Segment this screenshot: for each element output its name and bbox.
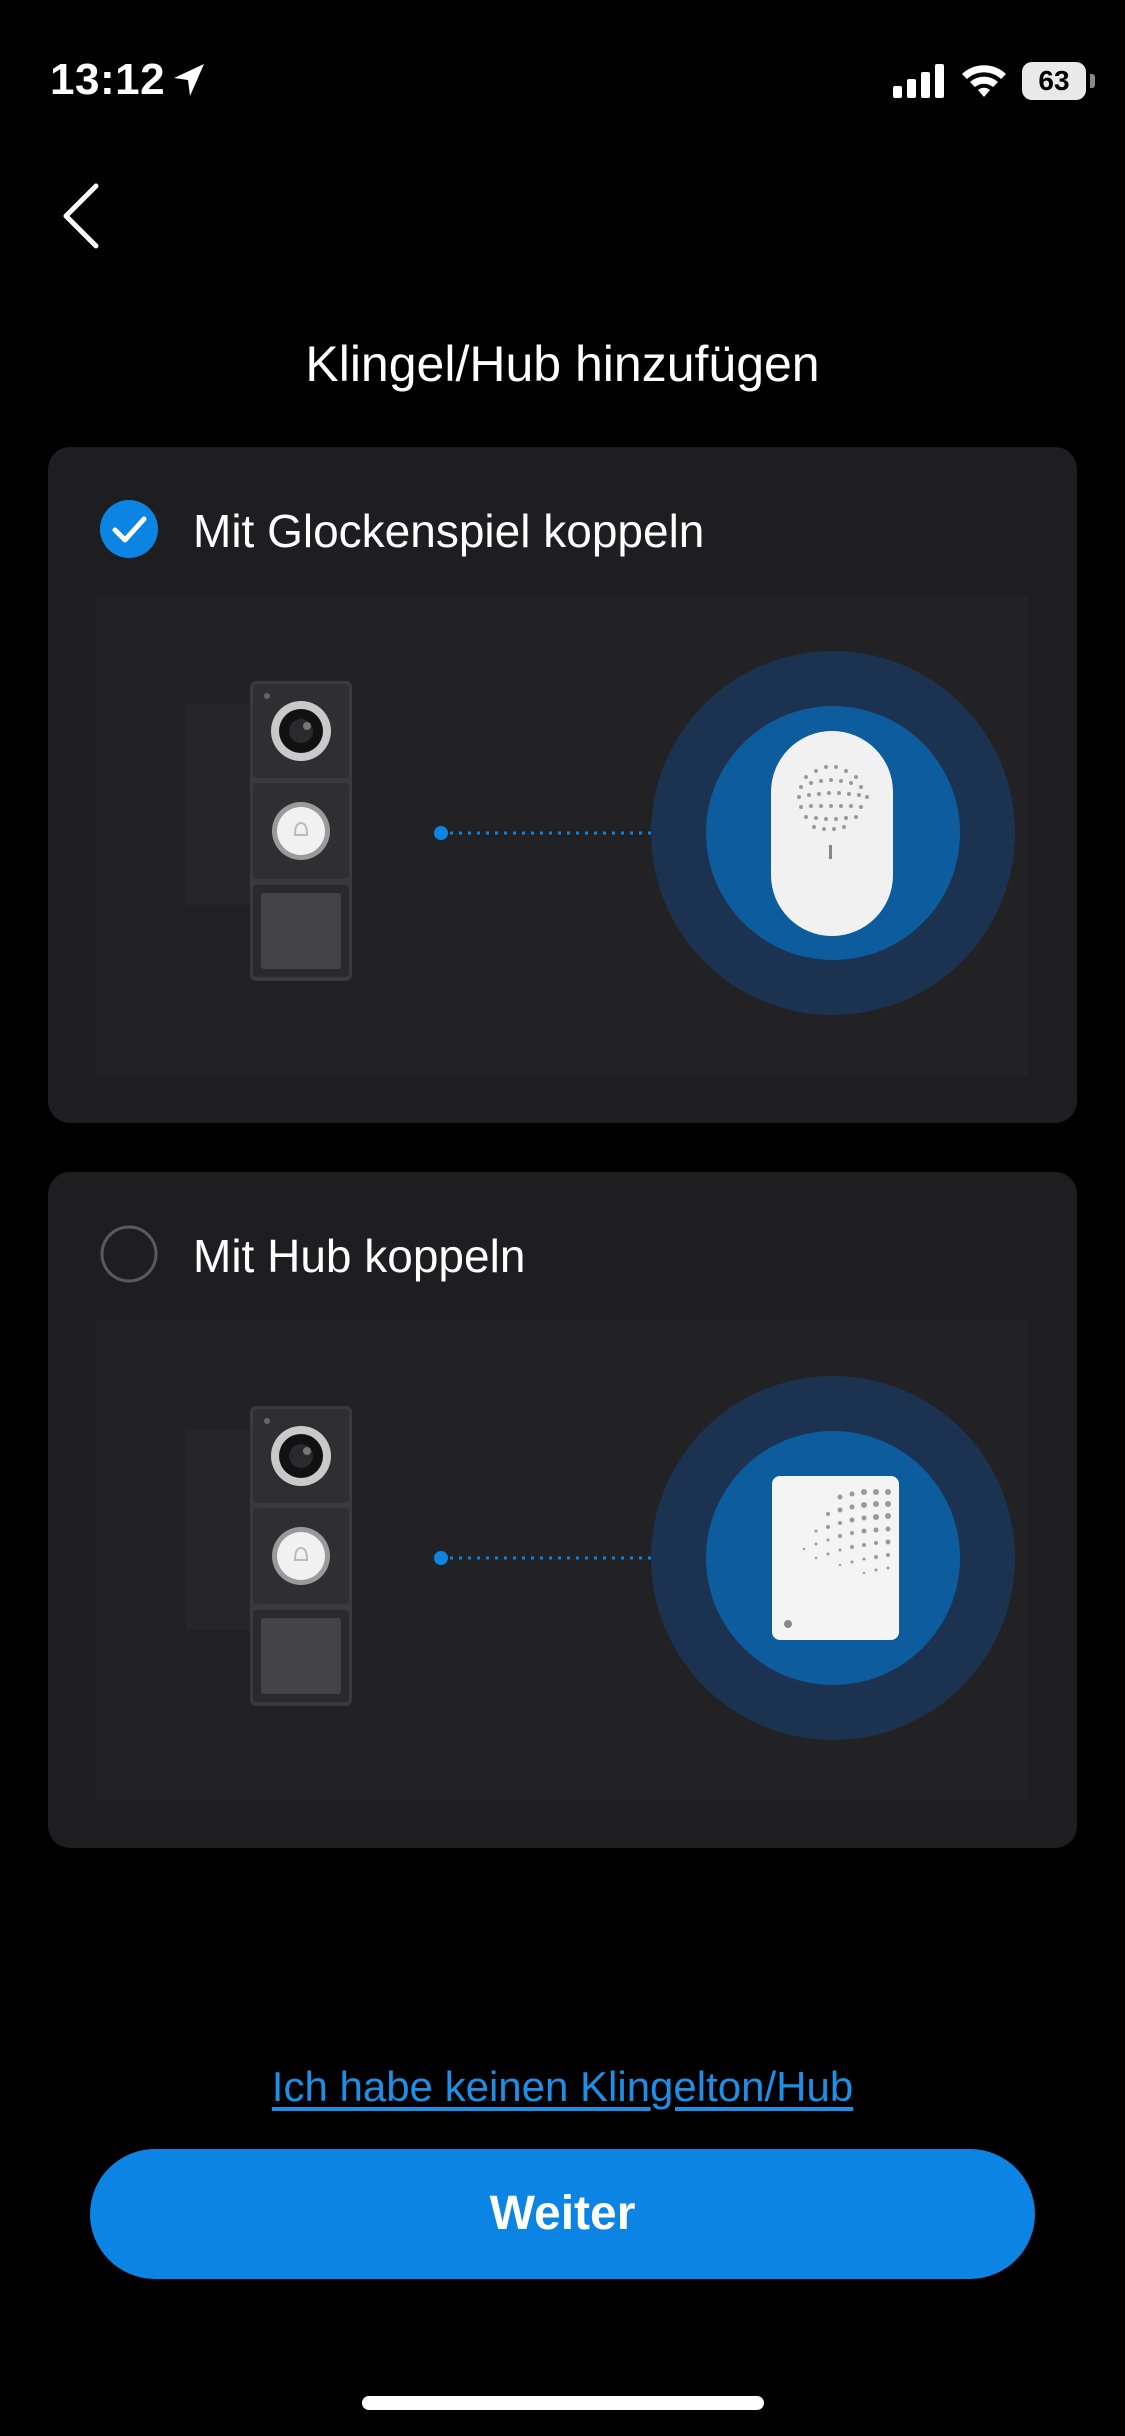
doorbell-icon bbox=[186, 681, 352, 981]
cellular-signal-icon bbox=[893, 64, 944, 98]
hub-pairing-illustration bbox=[96, 1320, 1028, 1800]
option-card-chime[interactable]: Mit Glockenspiel koppeln bbox=[48, 447, 1077, 1123]
chevron-left-icon bbox=[63, 183, 99, 249]
hub-icon bbox=[772, 1476, 899, 1640]
location-arrow-icon bbox=[174, 64, 204, 96]
checkmark-circle-icon[interactable] bbox=[100, 500, 158, 558]
status-bar: 13:12 63 bbox=[0, 0, 1125, 160]
home-indicator bbox=[362, 2396, 764, 2410]
option-label: Mit Glockenspiel koppeln bbox=[193, 505, 705, 557]
doorbell-icon bbox=[186, 1406, 352, 1706]
option-card-hub[interactable]: Mit Hub koppeln bbox=[48, 1172, 1077, 1848]
page-title: Klingel/Hub hinzufügen bbox=[305, 336, 820, 392]
wifi-icon bbox=[962, 65, 1006, 97]
radio-circle-icon[interactable] bbox=[100, 1225, 158, 1283]
next-button[interactable]: Weiter bbox=[90, 2149, 1035, 2279]
option-label: Mit Hub koppeln bbox=[193, 1230, 526, 1282]
status-time: 13:12 bbox=[50, 55, 166, 104]
chime-icon bbox=[771, 731, 893, 936]
chime-pairing-illustration bbox=[96, 595, 1028, 1075]
no-chime-hub-link[interactable]: Ich habe keinen Klingelton/Hub bbox=[0, 2063, 1125, 2111]
back-button[interactable] bbox=[50, 170, 130, 260]
battery-tip bbox=[1090, 74, 1095, 88]
battery-indicator: 63 bbox=[1022, 62, 1086, 100]
